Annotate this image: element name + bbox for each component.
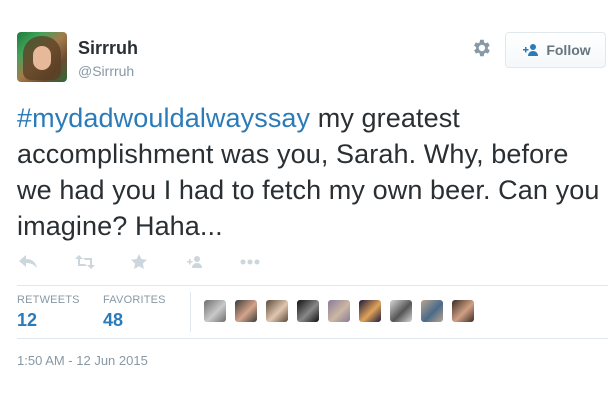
favoriter-avatar[interactable] bbox=[328, 300, 350, 322]
follow-action-button[interactable] bbox=[183, 252, 205, 272]
favoriter-avatar[interactable] bbox=[390, 300, 412, 322]
avatar-face bbox=[33, 46, 51, 70]
user-handle[interactable]: @Sirrruh bbox=[78, 63, 134, 79]
reply-icon bbox=[19, 255, 37, 268]
favoriter-avatar[interactable] bbox=[235, 300, 257, 322]
favoriter-avatar[interactable] bbox=[421, 300, 443, 322]
favoriter-avatar[interactable] bbox=[359, 300, 381, 322]
stats-top-divider bbox=[17, 285, 608, 286]
tweet-timestamp[interactable]: 1:50 AM - 12 Jun 2015 bbox=[17, 353, 148, 368]
favoriter-avatar[interactable] bbox=[204, 300, 226, 322]
retweet-icon bbox=[75, 255, 95, 269]
favorites-count[interactable]: 48 bbox=[103, 310, 123, 331]
more-dots-icon bbox=[240, 259, 260, 265]
favorites-label[interactable]: FAVORITES bbox=[103, 294, 166, 306]
follow-button-label: Follow bbox=[546, 42, 591, 58]
follow-button[interactable]: Follow bbox=[505, 32, 606, 68]
follow-person-plus-icon bbox=[523, 44, 539, 56]
retweets-label[interactable]: RETWEETS bbox=[17, 294, 80, 306]
favorite-star-icon bbox=[131, 254, 147, 269]
stats-bottom-divider bbox=[17, 338, 608, 339]
favoriter-avatar[interactable] bbox=[266, 300, 288, 322]
user-avatar[interactable] bbox=[17, 32, 67, 82]
user-display-name[interactable]: Sirrruh bbox=[78, 38, 138, 59]
retweets-count[interactable]: 12 bbox=[17, 310, 37, 331]
reply-button[interactable] bbox=[17, 252, 39, 272]
tweet-text: #mydadwouldalwayssay my greatest accompl… bbox=[17, 100, 602, 244]
follow-person-icon bbox=[187, 256, 202, 268]
retweet-button[interactable] bbox=[74, 252, 96, 272]
more-button[interactable] bbox=[239, 252, 261, 272]
tweet-hashtag-link[interactable]: #mydadwouldalwayssay bbox=[17, 103, 310, 133]
favoriter-avatar[interactable] bbox=[452, 300, 474, 322]
favoriter-avatar[interactable] bbox=[297, 300, 319, 322]
stats-vertical-divider bbox=[190, 292, 191, 332]
favorite-button[interactable] bbox=[129, 252, 149, 272]
gear-icon[interactable] bbox=[470, 37, 492, 59]
